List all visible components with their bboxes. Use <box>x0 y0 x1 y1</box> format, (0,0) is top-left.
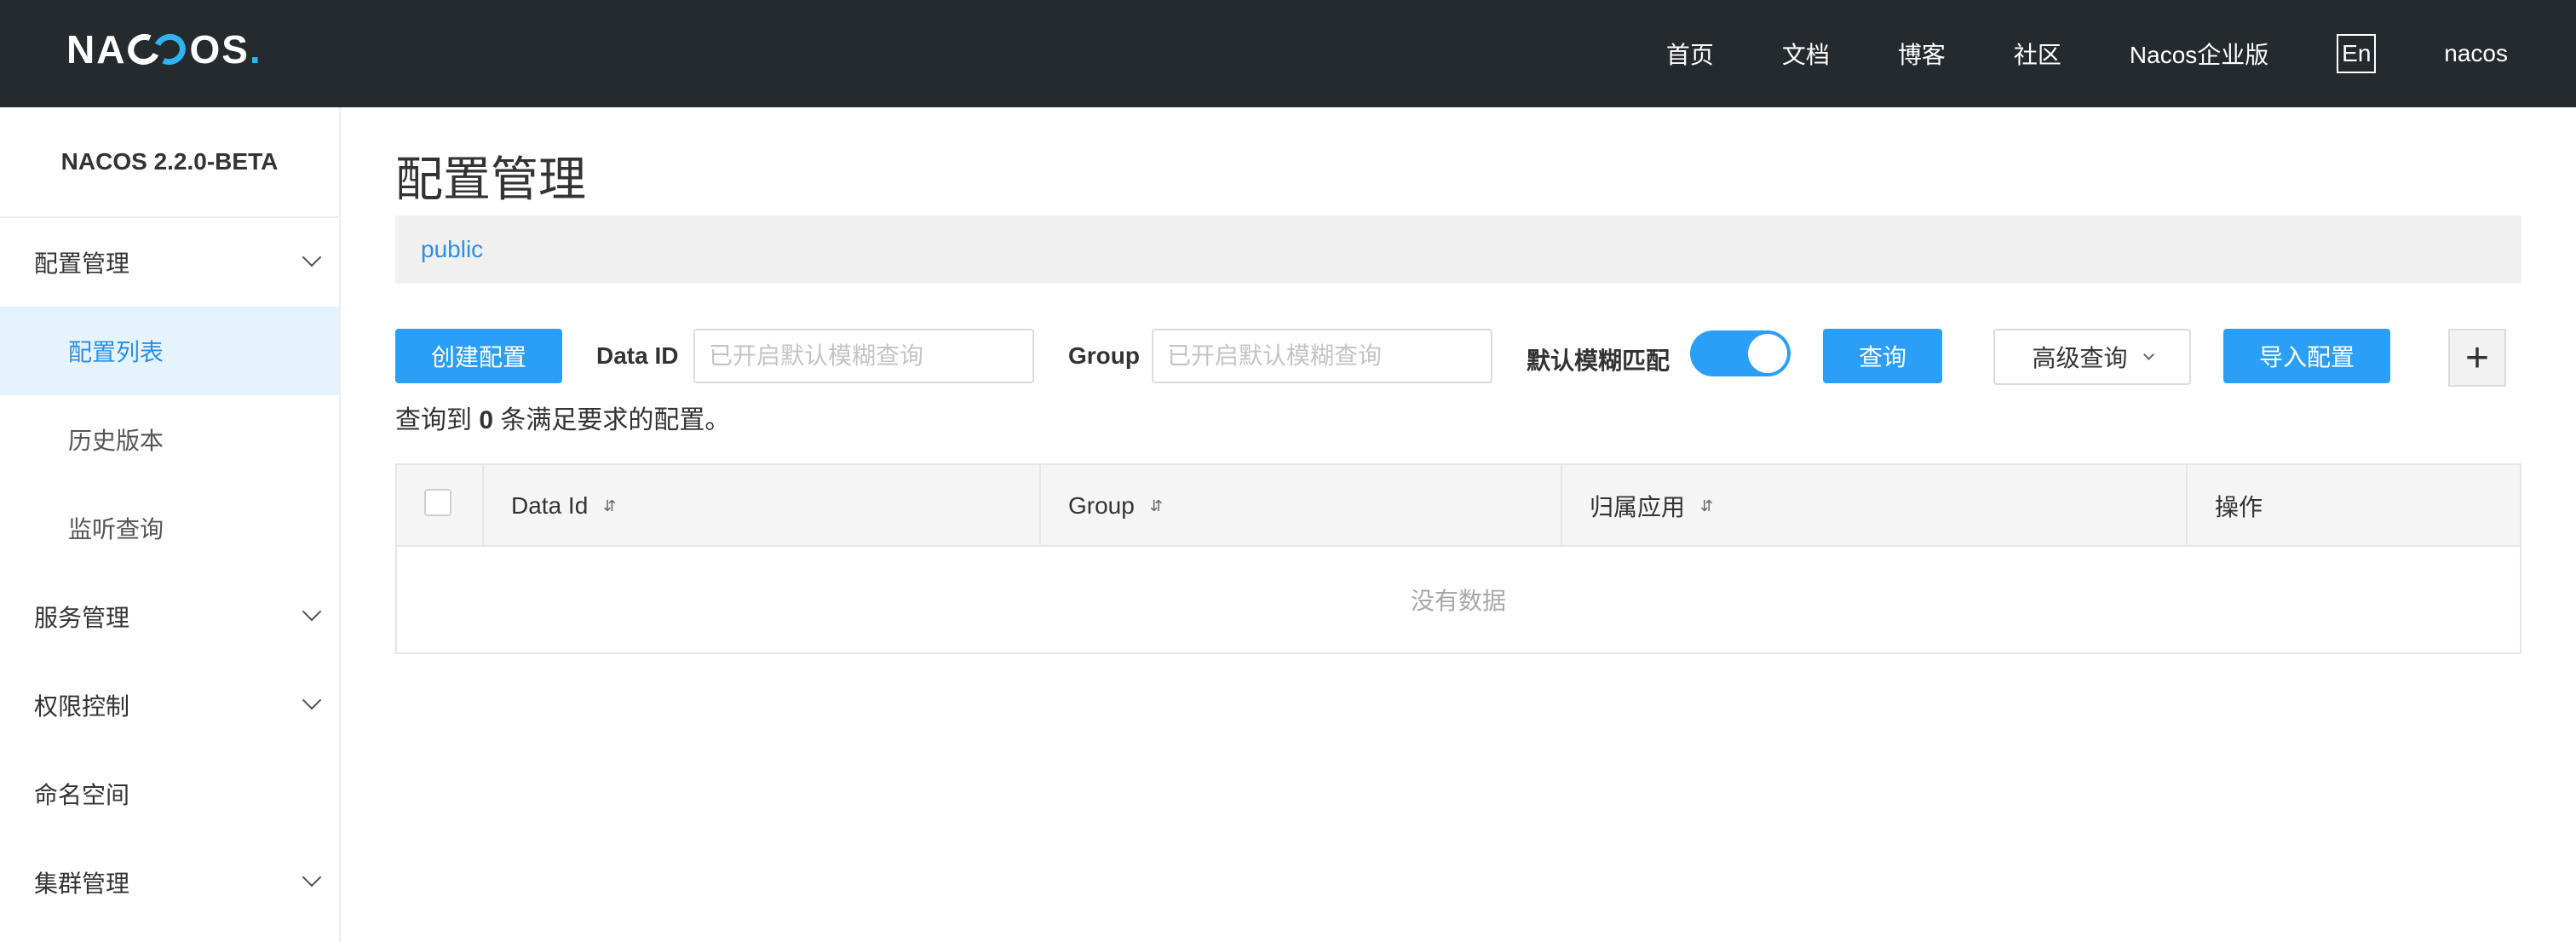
sidebar-item-namespace[interactable]: 命名空间 <box>0 750 339 838</box>
namespace-bar: public <box>395 215 2521 284</box>
user-menu[interactable]: nacos <box>2444 40 2508 67</box>
chevron-down-icon <box>302 247 322 267</box>
top-header: NA OS . 首页 文档 博客 社区 Nacos企业版 En nacos <box>0 0 2576 107</box>
dataid-label: Data ID <box>596 342 679 369</box>
logo-text-end: OS <box>189 27 250 72</box>
chevron-down-icon <box>302 867 322 887</box>
nav-community[interactable]: 社区 <box>2014 37 2061 71</box>
column-header-actions: 操作 <box>2186 465 2520 547</box>
logo-dot: . <box>249 27 262 72</box>
sidebar-group-label: 集群管理 <box>34 870 130 897</box>
sort-icon[interactable]: ⇵ <box>1700 497 1713 515</box>
fuzzy-match-toggle[interactable] <box>1690 330 1791 376</box>
sidebar: NACOS 2.2.0-BETA 配置管理 配置列表 历史版本 监听查询 服务管… <box>0 107 341 942</box>
search-button[interactable]: 查询 <box>1823 329 1942 383</box>
nav-enterprise[interactable]: Nacos企业版 <box>2130 37 2268 71</box>
version-label: NACOS 2.2.0-BETA <box>0 107 339 218</box>
logo-text-start: NA <box>66 27 127 72</box>
sidebar-item-history[interactable]: 历史版本 <box>0 395 339 484</box>
table-header: Data Id ⇵ Group ⇵ 归属应用 ⇵ 操作 <box>397 465 2520 547</box>
toggle-knob <box>1748 334 1787 373</box>
language-switch-button[interactable]: En <box>2337 34 2377 73</box>
sort-icon[interactable]: ⇵ <box>1150 497 1163 515</box>
sidebar-group-label: 服务管理 <box>34 605 130 631</box>
result-prefix: 查询到 <box>395 406 472 434</box>
result-count: 0 <box>479 406 494 434</box>
group-label: Group <box>1068 342 1140 369</box>
page-title: 配置管理 <box>395 152 586 206</box>
chevron-down-icon <box>302 690 322 710</box>
nav-docs[interactable]: 文档 <box>1782 37 1830 71</box>
advanced-search-label: 高级查询 <box>2032 345 2128 371</box>
sidebar-group-label: 命名空间 <box>34 782 130 808</box>
column-header-group[interactable]: Group ⇵ <box>1039 465 1561 547</box>
sidebar-item-config-list[interactable]: 配置列表 <box>0 307 339 395</box>
sidebar-item-listener[interactable]: 监听查询 <box>0 484 339 572</box>
select-all-checkbox[interactable] <box>424 489 451 516</box>
import-config-button[interactable]: 导入配置 <box>2223 329 2390 383</box>
nav-blog[interactable]: 博客 <box>1898 37 1946 71</box>
create-config-button[interactable]: 创建配置 <box>395 329 562 383</box>
fuzzy-match-label: 默认模糊匹配 <box>1527 348 1670 374</box>
sidebar-group-service[interactable]: 服务管理 <box>0 572 339 661</box>
result-summary: 查询到 0 条满足要求的配置。 <box>395 399 730 436</box>
sidebar-group-label: 配置管理 <box>34 250 130 277</box>
sidebar-group-auth[interactable]: 权限控制 <box>0 661 339 750</box>
config-table: Data Id ⇵ Group ⇵ 归属应用 ⇵ 操作 没有数据 <box>395 463 2521 654</box>
chevron-down-icon <box>302 601 322 622</box>
result-suffix: 条满足要求的配置。 <box>500 406 731 434</box>
empty-state: 没有数据 <box>1410 588 1506 614</box>
sort-icon[interactable]: ⇵ <box>603 497 616 515</box>
sidebar-group-label: 权限控制 <box>34 693 130 720</box>
logo-ring-icon <box>124 29 191 70</box>
chevron-down-icon <box>2142 348 2154 360</box>
dataid-input[interactable] <box>693 329 1034 383</box>
namespace-link-public[interactable]: public <box>421 236 483 263</box>
top-nav: 首页 文档 博客 社区 Nacos企业版 En nacos <box>1666 0 2576 107</box>
advanced-search-dropdown[interactable]: 高级查询 <box>1993 329 2191 385</box>
nacos-logo[interactable]: NA OS . <box>66 26 262 73</box>
nav-home[interactable]: 首页 <box>1666 37 1714 71</box>
plus-icon[interactable]: + <box>2448 329 2506 387</box>
sidebar-group-cluster[interactable]: 集群管理 <box>0 838 339 927</box>
column-header-dataid[interactable]: Data Id ⇵ <box>482 465 1039 547</box>
sidebar-group-config[interactable]: 配置管理 <box>0 218 339 307</box>
column-header-app[interactable]: 归属应用 ⇵ <box>1561 465 2186 547</box>
group-input[interactable] <box>1152 329 1492 383</box>
search-toolbar: 创建配置 Data ID Group 默认模糊匹配 查询 高级查询 导入配置 + <box>395 329 2521 388</box>
